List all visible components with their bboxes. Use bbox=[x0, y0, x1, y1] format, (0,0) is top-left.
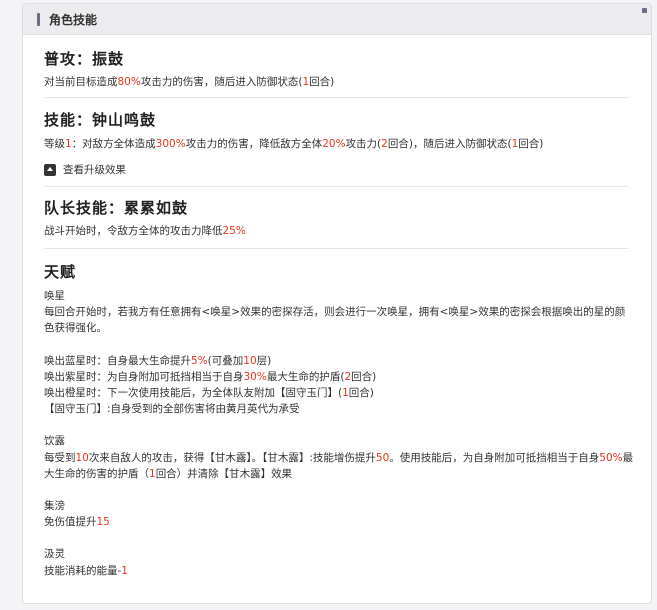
view-upgrade-button[interactable]: 查看升级效果 bbox=[44, 162, 629, 177]
header-accent-bar bbox=[37, 12, 40, 26]
talent-purple-star: 唤出紫星时：为自身附加可抵挡相当于自身30%最大生命的护盾(2回合) bbox=[44, 370, 377, 383]
talent-jijiang-name: 集滂 bbox=[44, 500, 65, 513]
card-header: 角色技能 bbox=[23, 4, 651, 35]
expand-up-icon bbox=[44, 163, 56, 176]
leader-skill-title: 队长技能：累累如鼓 bbox=[44, 199, 189, 217]
talent-yinlu-line1: 每受到10次来自敌人的攻击，获得【甘木露】。【甘木露】:技能增伤提升50。使用技… bbox=[44, 451, 634, 464]
skills-card: 角色技能 普攻：振鼓 对当前目标造成80%攻击力的伤害，随后进入防御状态(1回合… bbox=[22, 3, 652, 604]
talent-jiling-name: 汲灵 bbox=[44, 548, 65, 561]
talent-huanxing-name: 唤星 bbox=[44, 290, 65, 302]
corner-marker-icon bbox=[642, 8, 647, 13]
talent-body: 唤星 每回合开始时，若我方有任意拥有<唤星>效果的密探存活，则会进行一次唤星，拥… bbox=[44, 288, 634, 579]
leader-skill-desc: 战斗开始时，令敌方全体的攻击力降低25% bbox=[44, 225, 246, 237]
talent-yinlu-line2: 大生命的伤害的护盾（1回合）并清除【甘木露】效果 bbox=[44, 467, 293, 480]
skill-section: 技能：钟山鸣鼓 等级1：对敌方全体造成300%攻击力的伤害，降低敌方全体20%攻… bbox=[44, 98, 629, 187]
skill-title: 技能：钟山鸣鼓 bbox=[44, 111, 157, 129]
normal-attack-desc: 对当前目标造成80%攻击力的伤害，随后进入防御状态(1回合) bbox=[44, 76, 335, 88]
talent-orange-star: 唤出橙星时：下一次使用技能后，为全体队友附加【固守玉门】(1回合) bbox=[44, 387, 374, 400]
talent-blue-star: 唤出蓝星时：自身最大生命提升5%(可叠加10层) bbox=[44, 354, 272, 367]
talent-jijiang-desc: 免伤值提升15 bbox=[44, 516, 110, 529]
normal-attack-section: 普攻：振鼓 对当前目标造成80%攻击力的伤害，随后进入防御状态(1回合) bbox=[44, 35, 629, 98]
talent-section: 天赋 唤星 每回合开始时，若我方有任意拥有<唤星>效果的密探存活，则会进行一次唤… bbox=[44, 249, 634, 579]
skill-desc: 等级1：对敌方全体造成300%攻击力的伤害，降低敌方全体20%攻击力(2回合)，… bbox=[44, 138, 544, 150]
leader-skill-section: 队长技能：累累如鼓 战斗开始时，令敌方全体的攻击力降低25% bbox=[44, 187, 629, 249]
talent-huanxing-desc: 每回合开始时，若我方有任意拥有<唤星>效果的密探存活，则会进行一次唤星，拥有<唤… bbox=[44, 306, 626, 335]
view-upgrade-label: 查看升级效果 bbox=[63, 164, 126, 176]
talent-yinlu-name: 饮露 bbox=[44, 435, 65, 448]
card-title: 角色技能 bbox=[49, 12, 98, 27]
normal-attack-title: 普攻：振鼓 bbox=[44, 50, 125, 68]
talent-jiling-desc: 技能消耗的能量-1 bbox=[44, 564, 128, 577]
talent-title: 天赋 bbox=[44, 263, 77, 281]
talent-guard-desc: 【固守玉门】:自身受到的全部伤害将由黄月英代为承受 bbox=[44, 403, 300, 416]
